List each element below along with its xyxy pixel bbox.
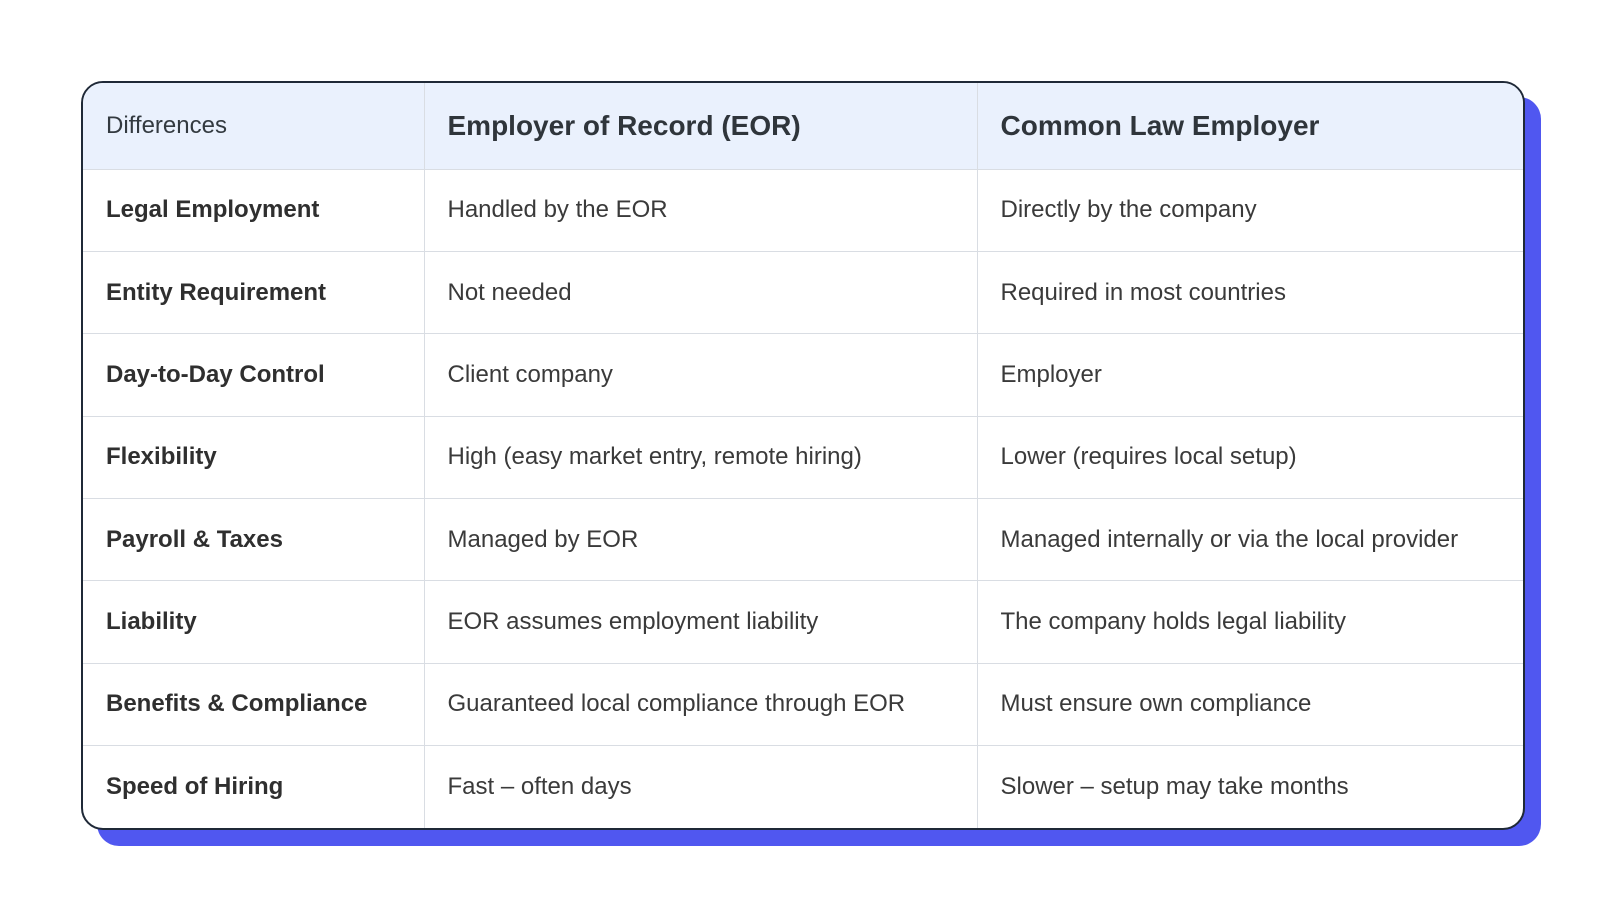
table-row: Flexibility High (easy market entry, rem… [83, 416, 1523, 500]
common-law-cell: Employer [977, 333, 1523, 417]
table-row: Liability EOR assumes employment liabili… [83, 580, 1523, 664]
common-law-cell: Managed internally or via the local prov… [977, 498, 1523, 582]
eor-cell: Handled by the EOR [424, 169, 978, 252]
row-label: Entity Requirement [83, 251, 425, 335]
header-row: Differences Employer of Record (EOR) Com… [83, 83, 1523, 170]
row-label: Payroll & Taxes [83, 498, 425, 582]
common-law-cell: Lower (requires local setup) [977, 416, 1523, 500]
header-differences: Differences [83, 83, 425, 170]
row-label: Speed of Hiring [83, 745, 425, 828]
eor-cell: Guaranteed local compliance through EOR [424, 663, 978, 747]
common-law-cell: Slower – setup may take months [1000, 773, 1349, 801]
table-header: Differences Employer of Record (EOR) Com… [83, 83, 1523, 170]
table-row: Payroll & Taxes Managed by EOR Managed i… [83, 498, 1523, 582]
comparison-table: Differences Employer of Record (EOR) Com… [83, 83, 1523, 828]
row-label: Legal Employment [83, 169, 425, 252]
eor-cell: Client company [424, 333, 978, 417]
eor-cell: High (easy market entry, remote hiring) [424, 416, 978, 500]
eor-cell: Managed by EOR [424, 498, 978, 582]
table-row: Legal Employment Handled by the EOR Dire… [83, 169, 1523, 252]
common-law-cell: Must ensure own compliance [977, 663, 1523, 747]
table-row: Speed of Hiring Fast – often days Slower… [83, 745, 1523, 828]
header-common-law-employer: Common Law Employer [977, 83, 1523, 170]
common-law-cell: Directly by the company [977, 169, 1523, 252]
header-eor: Employer of Record (EOR) [424, 83, 978, 170]
table-row: Day-to-Day Control Client company Employ… [83, 333, 1523, 417]
table-body: Legal Employment Handled by the EOR Dire… [83, 169, 1523, 828]
eor-cell: Fast – often days [424, 745, 978, 828]
row-label: Benefits & Compliance [83, 663, 425, 747]
row-label: Flexibility [83, 416, 425, 500]
common-law-cell: Required in most countries [977, 251, 1523, 335]
eor-cell: EOR assumes employment liability [424, 580, 978, 664]
row-label: Liability [83, 580, 425, 664]
eor-cell: Not needed [424, 251, 978, 335]
comparison-card: Differences Employer of Record (EOR) Com… [81, 81, 1525, 830]
row-label: Day-to-Day Control [83, 333, 425, 417]
common-law-cell: The company holds legal liability [977, 580, 1523, 664]
table-row: Entity Requirement Not needed Required i… [83, 251, 1523, 335]
table-row: Benefits & Compliance Guaranteed local c… [83, 663, 1523, 747]
